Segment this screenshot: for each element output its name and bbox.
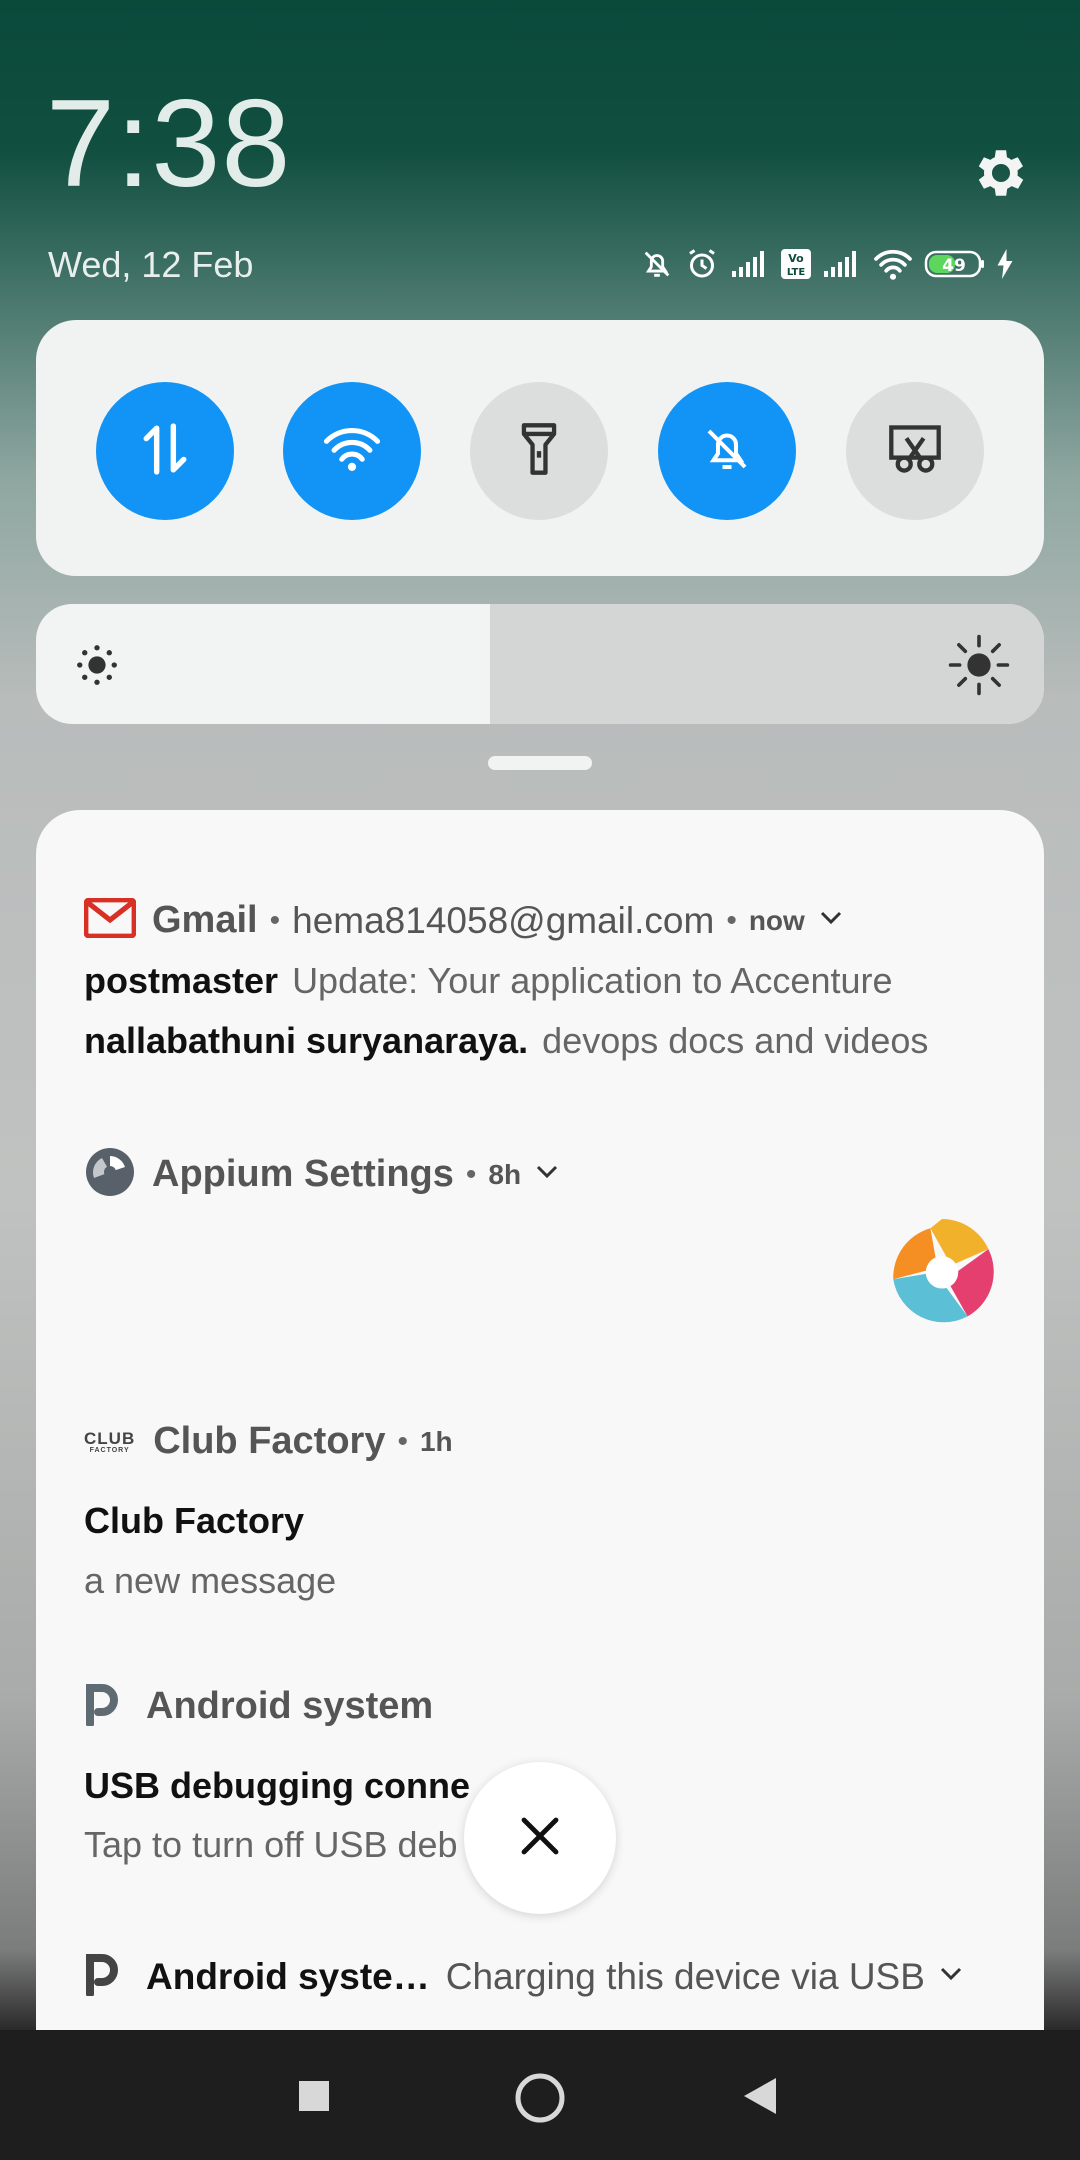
clear-all-button[interactable]: [464, 1762, 616, 1914]
notification-body: Charging this device via USB: [445, 1955, 925, 1997]
back-icon[interactable]: [742, 2076, 778, 2121]
notification-time: 1h: [419, 1425, 453, 1457]
muted-bell-icon: [700, 421, 754, 482]
silent-toggle[interactable]: [658, 382, 796, 520]
mobile-data-toggle[interactable]: [96, 382, 234, 520]
android-system-body-row[interactable]: Tap to turn off USB deb: [84, 1824, 458, 1866]
notification-title: Club Factory: [84, 1500, 305, 1541]
sender: postmaster: [84, 960, 279, 1001]
clock: 7:38: [46, 75, 292, 213]
svg-text:49: 49: [942, 256, 966, 276]
clubfactory-body-row[interactable]: a new message: [84, 1560, 336, 1602]
alarm-icon: [684, 246, 720, 282]
gmail-line-2[interactable]: nallabathuni suryanaraya. devops docs an…: [84, 1020, 928, 1062]
clubfactory-title-row[interactable]: Club Factory: [84, 1500, 304, 1542]
android-p-icon: [84, 1952, 120, 2001]
app-name: Gmail: [152, 899, 258, 941]
gmail-line-1[interactable]: postmaster Update: Your application to A…: [84, 960, 893, 1002]
app-name: Android system: [146, 1685, 434, 1727]
clubfactory-logo-icon: CLUB FACTORY: [84, 1428, 136, 1454]
recents-icon[interactable]: [298, 2080, 330, 2117]
notification-body: Tap to turn off USB deb: [84, 1824, 458, 1865]
notification-title: USB debugging conne: [84, 1765, 470, 1806]
signal-icon: [822, 249, 862, 279]
volte-icon: Vo LTE: [780, 248, 812, 280]
wifi-icon: [321, 426, 383, 477]
app-name: Club Factory: [153, 1420, 386, 1462]
android-p-icon: [84, 1682, 120, 1731]
gmail-notification-header[interactable]: Gmail • hema814058@gmail.com • now: [83, 897, 843, 943]
charging-icon: [996, 249, 1014, 279]
account-email: hema814058@gmail.com: [292, 899, 715, 941]
brightness-low-icon: [74, 642, 120, 693]
gmail-icon: [83, 897, 137, 943]
chevron-down-icon[interactable]: [939, 1966, 963, 1987]
message-preview: Update: Your application to Accenture: [292, 960, 893, 1001]
clubfactory-notification-header[interactable]: CLUB FACTORY Club Factory • 1h: [84, 1420, 453, 1463]
notification-body: a new message: [84, 1560, 337, 1601]
notification-time: now: [748, 904, 805, 936]
appium-logo-icon: [884, 1212, 1000, 1333]
android-system-notification-header[interactable]: Android system: [84, 1682, 433, 1731]
signal-icon: [730, 249, 770, 279]
app-name: Appium Settings: [152, 1153, 454, 1195]
scissors-icon: [887, 423, 943, 480]
home-icon[interactable]: [514, 2072, 566, 2129]
wifi-icon: [872, 247, 914, 281]
notification-time: 8h: [488, 1158, 522, 1190]
brightness-slider[interactable]: [36, 604, 1044, 724]
muted-bell-icon: [640, 246, 674, 282]
sender: nallabathuni suryanaraya.: [84, 1020, 529, 1061]
flashlight-toggle[interactable]: [470, 382, 608, 520]
android-system-title-row[interactable]: USB debugging conne: [84, 1765, 470, 1807]
android-system-charging-notification[interactable]: Android syste… Charging this device via …: [84, 1952, 963, 2001]
status-icons: Vo LTE 49: [640, 242, 1014, 286]
svg-text:Vo: Vo: [788, 252, 804, 265]
appium-notification-header[interactable]: Appium Settings • 8h: [84, 1146, 559, 1203]
brightness-high-icon: [948, 634, 1010, 701]
appium-icon: [84, 1146, 136, 1203]
screenshot-toggle[interactable]: [846, 382, 984, 520]
wifi-toggle[interactable]: [283, 382, 421, 520]
chevron-down-icon[interactable]: [819, 910, 843, 931]
settings-gear-icon[interactable]: [970, 142, 1032, 204]
data-arrows-icon: [140, 421, 190, 482]
chevron-down-icon[interactable]: [535, 1164, 559, 1185]
close-icon: [520, 1816, 560, 1861]
flashlight-icon: [516, 421, 562, 482]
svg-text:LTE: LTE: [787, 267, 806, 278]
date: Wed, 12 Feb: [48, 244, 254, 285]
quick-settings-panel: [36, 320, 1044, 576]
message-preview: devops docs and videos: [542, 1020, 929, 1061]
app-name: Android syste…: [146, 1955, 430, 1997]
battery-icon: 49: [924, 249, 986, 279]
drag-handle[interactable]: [488, 756, 592, 770]
navigation-bar: [0, 2030, 1080, 2160]
